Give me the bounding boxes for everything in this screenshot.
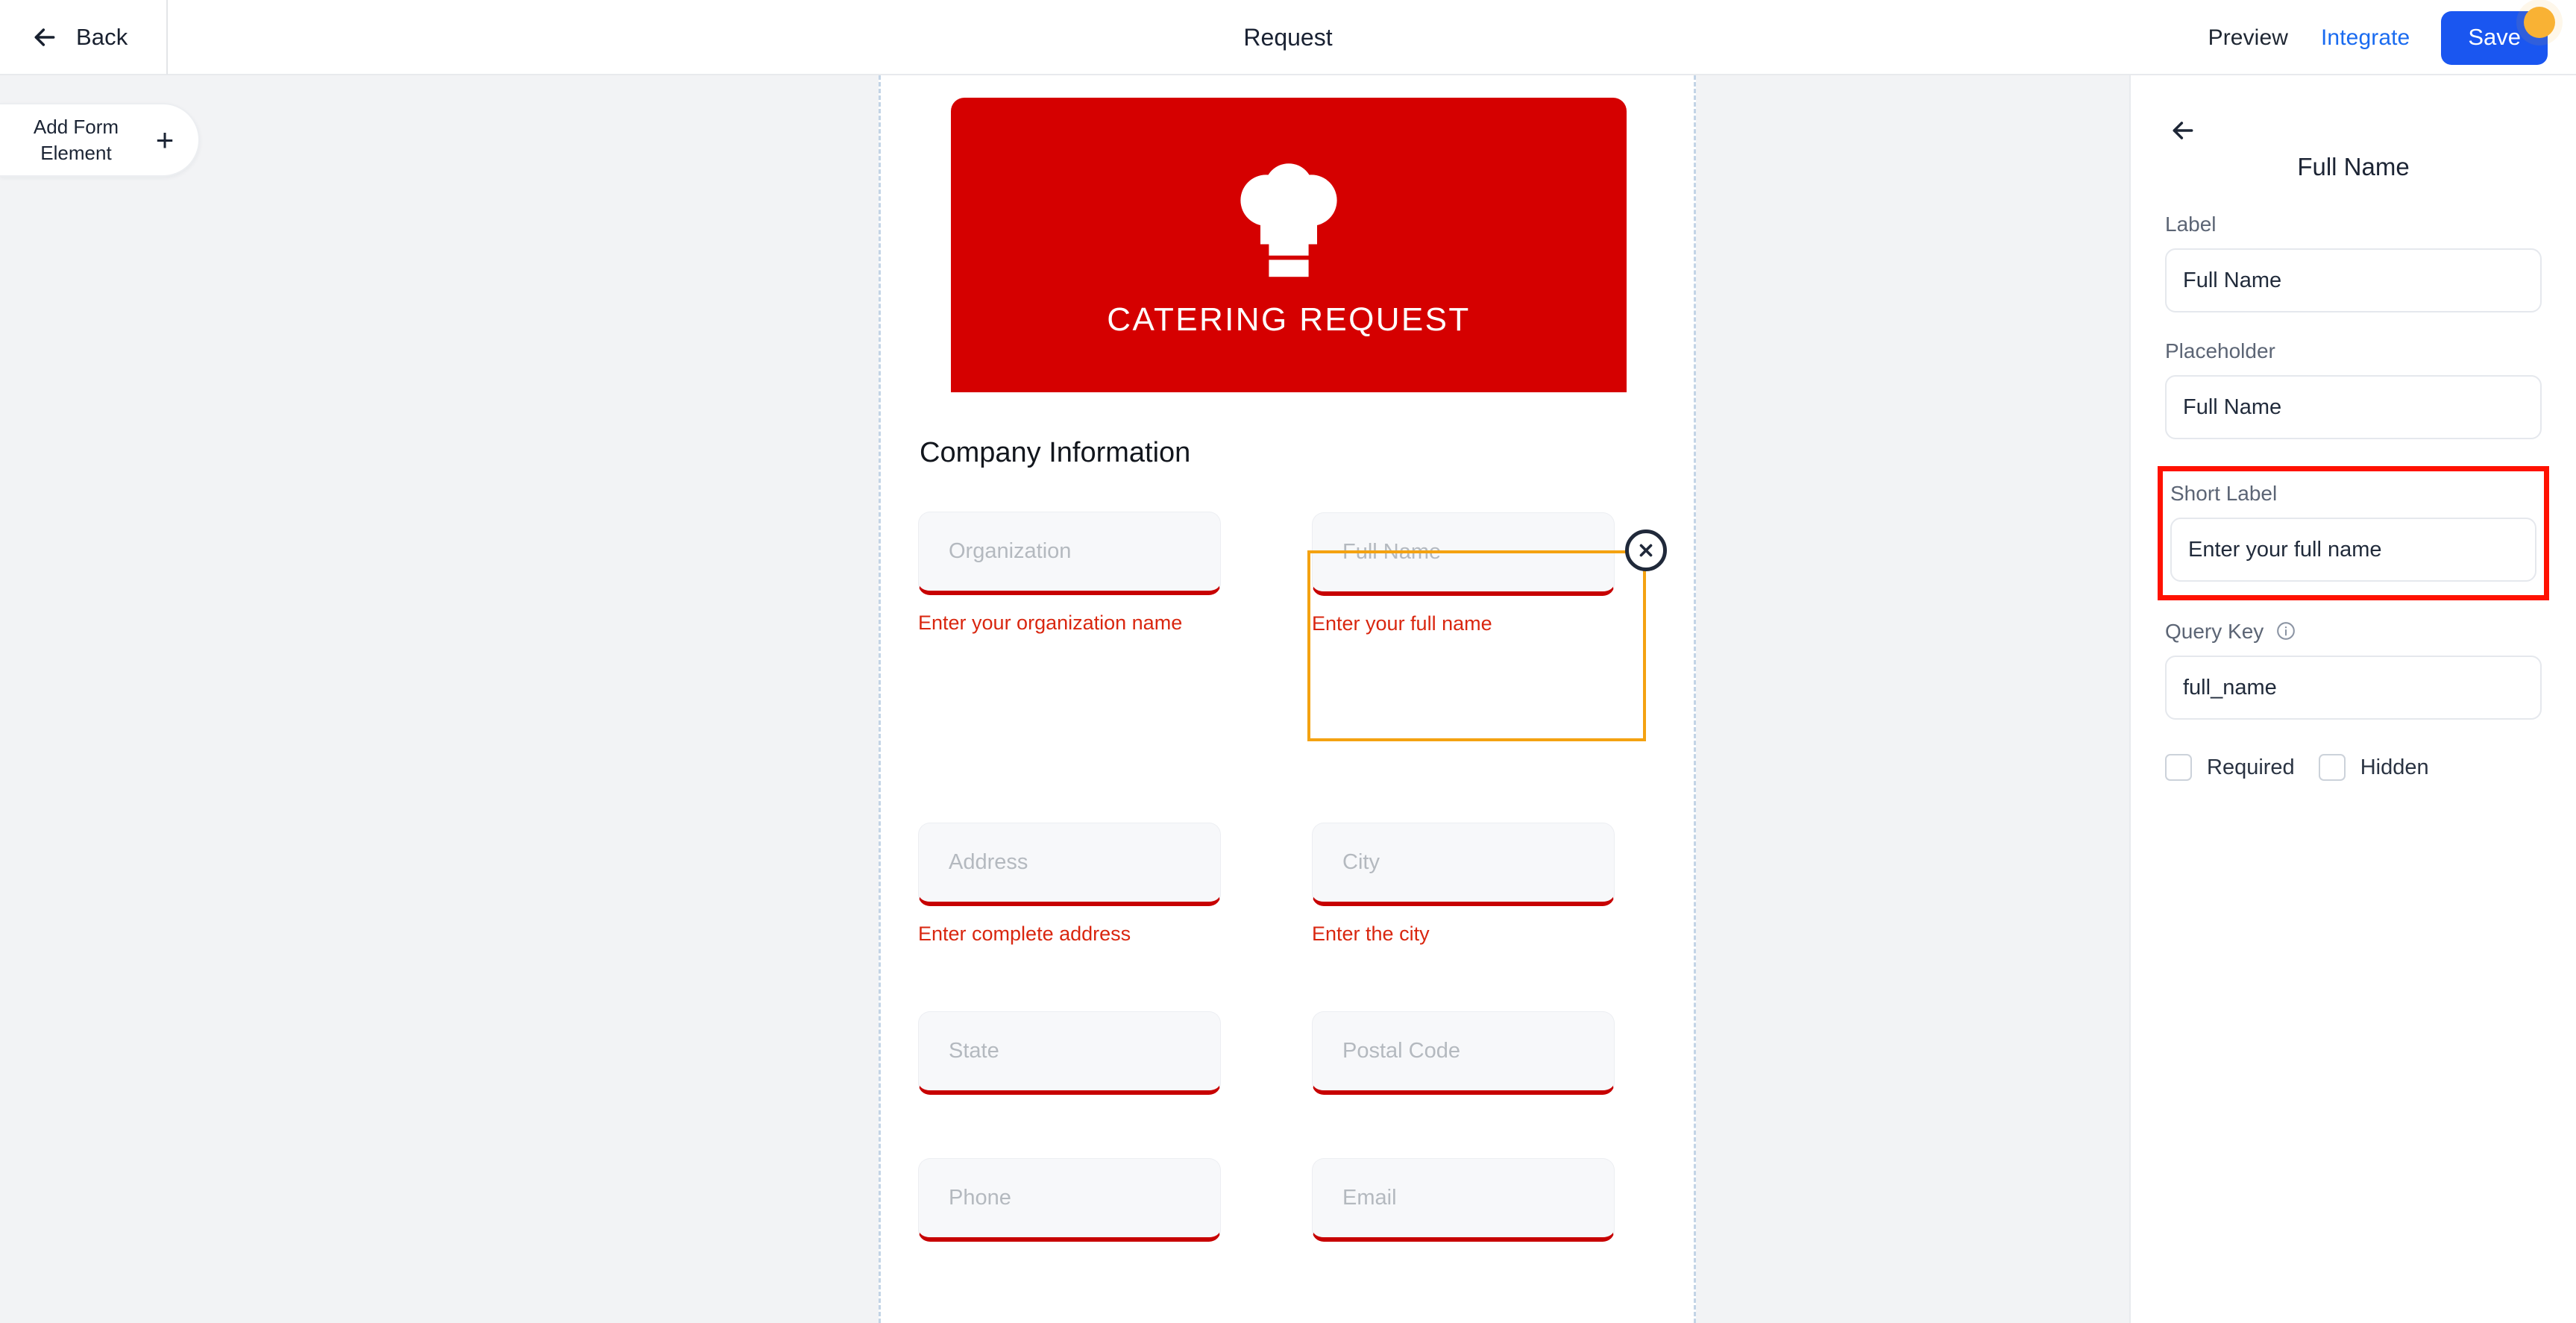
close-circle-icon[interactable] xyxy=(1625,529,1667,571)
field-phone-placeholder: Phone xyxy=(949,1186,1011,1210)
add-form-element-label: Add Form Element xyxy=(33,115,119,164)
placeholder-field-label: Placeholder xyxy=(2165,339,2275,362)
chef-hat-icon xyxy=(1218,152,1360,294)
field-email-placeholder: Email xyxy=(1342,1186,1397,1210)
label-input[interactable] xyxy=(2165,248,2542,312)
field-full-name-placeholder: Full Name xyxy=(1342,540,1442,564)
short-label-field-group: Short Label xyxy=(2170,482,2536,582)
field-full-name-input[interactable]: Full Name xyxy=(1312,512,1615,596)
field-city[interactable]: City Enter the city xyxy=(1312,823,1615,946)
short-label-field-label: Short Label xyxy=(2170,482,2278,505)
field-postal-code-input[interactable]: Postal Code xyxy=(1312,1011,1615,1095)
field-phone-input[interactable]: Phone xyxy=(918,1158,1221,1242)
back-button[interactable]: Back xyxy=(0,0,169,75)
hidden-checkbox-item[interactable]: Hidden xyxy=(2318,754,2429,781)
field-address-input[interactable]: Address xyxy=(918,823,1221,906)
field-state-input[interactable]: State xyxy=(918,1011,1221,1095)
form-builder-app: Back Request Preview Integrate Save Add … xyxy=(0,0,2576,1323)
field-address-help: Enter complete address xyxy=(918,923,1131,945)
preview-button[interactable]: Preview xyxy=(2192,25,2305,51)
query-key-field-group: Query Key xyxy=(2165,620,2542,720)
field-options-row: Required Hidden xyxy=(2165,754,2542,781)
arrow-left-icon xyxy=(30,22,60,52)
required-checkbox-label: Required xyxy=(2207,755,2295,779)
placeholder-field-group: Placeholder xyxy=(2165,339,2542,439)
placeholder-input[interactable] xyxy=(2165,375,2542,439)
save-button-wrapper: Save xyxy=(2441,6,2555,65)
add-form-element-button[interactable]: Add Form Element + xyxy=(0,103,200,177)
field-email[interactable]: Email xyxy=(1312,1158,1615,1242)
field-organization-placeholder: Organization xyxy=(949,539,1072,563)
integrate-link[interactable]: Integrate xyxy=(2305,25,2426,51)
field-email-input[interactable]: Email xyxy=(1312,1158,1615,1242)
notification-dot-icon xyxy=(2524,6,2555,38)
query-key-input[interactable] xyxy=(2165,656,2542,720)
field-address[interactable]: Address Enter complete address xyxy=(918,823,1221,946)
query-key-field-label: Query Key xyxy=(2165,620,2542,644)
panel-back-arrow-left-icon[interactable] xyxy=(2168,116,2198,145)
banner-title: CATERING REQUEST xyxy=(1107,301,1471,338)
field-postal-code[interactable]: Postal Code xyxy=(1312,1011,1615,1095)
field-city-help: Enter the city xyxy=(1312,923,1430,945)
label-field-label: Label xyxy=(2165,213,2217,236)
field-state-placeholder: State xyxy=(949,1039,999,1063)
plus-icon: + xyxy=(155,122,175,157)
short-label-input[interactable] xyxy=(2170,518,2536,582)
field-city-input[interactable]: City xyxy=(1312,823,1615,906)
panel-title: Full Name xyxy=(2297,153,2410,180)
field-full-name[interactable]: Full Name Enter your full name xyxy=(1312,512,1615,635)
field-address-placeholder: Address xyxy=(949,850,1028,874)
field-organization-input[interactable]: Organization xyxy=(918,512,1221,595)
field-organization-help: Enter your organization name xyxy=(918,612,1183,634)
label-field-group: Label xyxy=(2165,213,2542,312)
short-label-annotation-highlight: Short Label xyxy=(2158,466,2549,600)
back-button-label: Back xyxy=(76,23,128,50)
element-settings-panel: Full Name Label Placeholder Short Label … xyxy=(2129,75,2576,1323)
field-organization[interactable]: Organization Enter your organization nam… xyxy=(918,512,1221,635)
page-title: Request xyxy=(1243,24,1333,51)
form-banner[interactable]: CATERING REQUEST xyxy=(951,98,1627,392)
field-phone[interactable]: Phone xyxy=(918,1158,1221,1242)
required-checkbox-item[interactable]: Required xyxy=(2165,754,2295,781)
field-postal-code-placeholder: Postal Code xyxy=(1342,1039,1460,1063)
info-icon[interactable] xyxy=(2276,621,2296,641)
form-canvas[interactable]: CATERING REQUEST Company Information Org… xyxy=(879,75,1696,1323)
field-state[interactable]: State xyxy=(918,1011,1221,1095)
header-actions: Preview Integrate Save xyxy=(2192,0,2555,75)
field-city-placeholder: City xyxy=(1342,850,1380,874)
hidden-checkbox[interactable] xyxy=(2318,754,2346,781)
app-header: Back Request Preview Integrate Save xyxy=(0,0,2576,75)
hidden-checkbox-label: Hidden xyxy=(2360,755,2429,779)
field-full-name-help: Enter your full name xyxy=(1312,612,1492,635)
section-title-company: Company Information xyxy=(920,437,1191,468)
required-checkbox[interactable] xyxy=(2165,754,2192,781)
query-key-label-text: Query Key xyxy=(2165,620,2264,643)
